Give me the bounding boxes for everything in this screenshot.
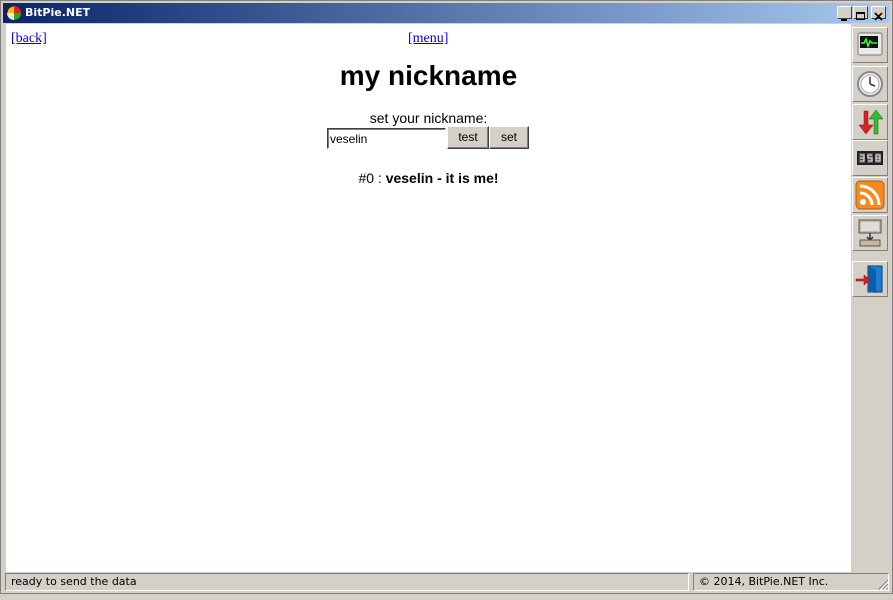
nickname-prompt: set your nickname:	[369, 110, 488, 126]
page-title: my nickname	[339, 60, 518, 91]
minimize-button[interactable]	[837, 6, 852, 21]
result-index: #0	[358, 170, 375, 186]
transfers-button[interactable]	[852, 104, 888, 140]
counter-button[interactable]	[852, 140, 888, 176]
title-bar[interactable]: BitPie.NET	[3, 3, 890, 23]
exit-icon	[855, 265, 883, 293]
close-icon	[874, 12, 883, 21]
monitor-icon	[857, 32, 883, 56]
rss-icon	[855, 180, 885, 210]
maximize-button[interactable]	[853, 6, 868, 20]
status-message: ready to send the data	[5, 573, 689, 591]
minimize-icon	[841, 19, 847, 21]
close-button[interactable]	[871, 6, 886, 21]
set-button[interactable]: set	[489, 126, 529, 149]
clock-button[interactable]	[852, 66, 888, 102]
copyright-text: © 2014, BitPie.NET Inc.	[693, 573, 889, 591]
back-link[interactable]: [back]	[11, 31, 47, 47]
result-name: veselin	[385, 170, 434, 186]
exit-button[interactable]	[852, 261, 888, 297]
menu-link[interactable]: [menu]	[408, 31, 448, 47]
network-icon	[858, 219, 882, 247]
side-toolbar	[851, 24, 891, 572]
bitpie-logo-icon	[6, 5, 22, 21]
content-area: [back] [menu] my nickname set your nickn…	[6, 24, 851, 572]
clock-icon	[857, 71, 883, 97]
resize-grip-icon[interactable]	[877, 578, 889, 590]
nickname-result: #0 : veselin - it is me!	[6, 170, 851, 186]
window-title: BitPie.NET	[25, 6, 91, 19]
maximize-icon	[856, 12, 865, 20]
rss-button[interactable]	[852, 177, 888, 213]
result-note: - it is me!	[437, 170, 499, 186]
result-separator: :	[377, 170, 382, 186]
status-bar: ready to send the data © 2014, BitPie.NE…	[3, 573, 890, 591]
test-button[interactable]: test	[447, 126, 489, 149]
app-window: BitPie.NET [back] [menu] my nickname set…	[0, 0, 893, 594]
network-button[interactable]	[852, 215, 888, 251]
transfer-arrows-icon	[858, 109, 884, 135]
counter-icon	[857, 151, 883, 165]
monitor-button[interactable]	[852, 27, 888, 63]
nickname-input[interactable]	[327, 128, 446, 149]
